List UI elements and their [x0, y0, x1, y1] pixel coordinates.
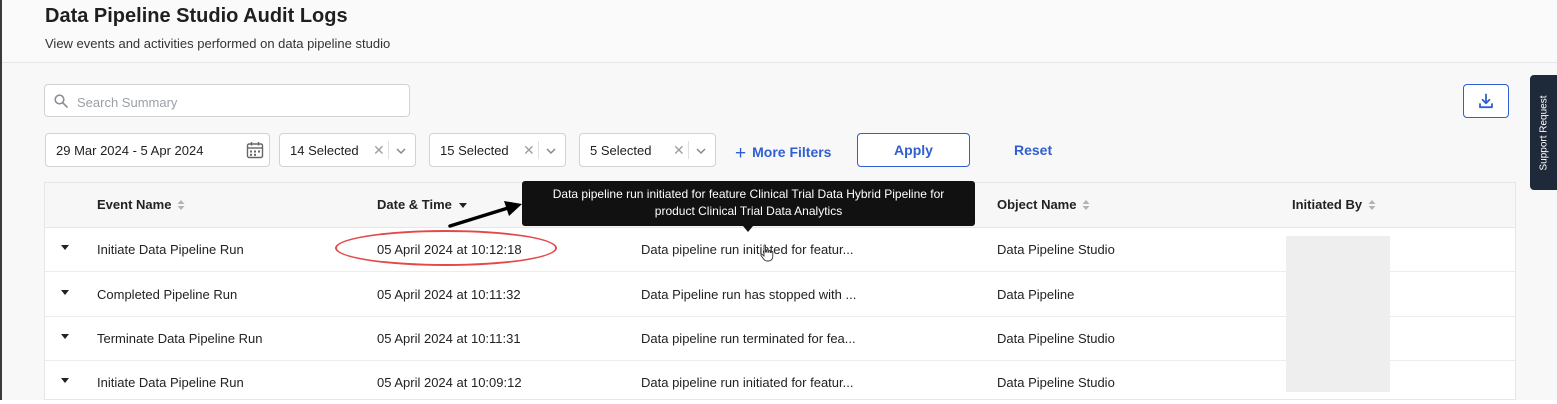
filter-dropdown-1-value: 14 Selected	[290, 143, 359, 158]
divider	[688, 141, 689, 159]
support-request-tab[interactable]: Support Request	[1530, 75, 1557, 190]
calendar-icon[interactable]	[246, 141, 264, 159]
divider	[538, 141, 539, 159]
filter-dropdown-2[interactable]: 15 Selected ✕	[429, 133, 566, 167]
hand-cursor-icon	[760, 244, 774, 262]
date-time-cell: 05 April 2024 at 10:11:32	[377, 287, 521, 302]
filter-dropdown-3[interactable]: 5 Selected ✕	[579, 133, 716, 167]
object-name-cell: Data Pipeline Studio	[997, 331, 1115, 346]
object-name-cell: Data Pipeline Studio	[997, 375, 1115, 390]
highlight-ellipse	[335, 230, 557, 266]
column-header-label: Event Name	[97, 197, 172, 212]
event-name-cell: Initiate Data Pipeline Run	[97, 242, 244, 257]
column-header-label: Date & Time	[377, 197, 452, 212]
date-time-cell: 05 April 2024 at 10:11:31	[377, 331, 521, 346]
support-request-label: Support Request	[1538, 94, 1549, 171]
filter-dropdown-2-value: 15 Selected	[440, 143, 509, 158]
expand-caret-icon[interactable]	[61, 334, 69, 339]
filter-dropdown-3-value: 5 Selected	[590, 143, 652, 158]
object-name-cell: Data Pipeline Studio	[997, 242, 1115, 257]
annotation-arrow-icon	[448, 201, 522, 228]
column-header-label: Object Name	[997, 197, 1077, 212]
summary-cell[interactable]: Data pipeline run initiated for featur..…	[641, 242, 853, 257]
filter-dropdown-1[interactable]: 14 Selected ✕	[279, 133, 416, 167]
tooltip-line-1: Data pipeline run initiated for feature …	[552, 187, 945, 201]
chevron-down-icon[interactable]	[545, 145, 557, 157]
event-name-cell: Initiate Data Pipeline Run	[97, 375, 244, 390]
chevron-down-icon[interactable]	[695, 145, 707, 157]
reset-button[interactable]: Reset	[1014, 142, 1052, 158]
sort-icon[interactable]	[1082, 199, 1090, 211]
column-header-initiated-by[interactable]: Initiated By	[1292, 197, 1376, 212]
clear-icon[interactable]: ✕	[673, 142, 685, 159]
expand-caret-icon[interactable]	[61, 378, 69, 383]
plus-icon: +	[735, 143, 747, 164]
clear-icon[interactable]: ✕	[373, 142, 385, 159]
more-filters-button[interactable]: + More Filters	[735, 141, 832, 164]
event-name-cell: Completed Pipeline Run	[97, 287, 238, 302]
sort-icon[interactable]	[177, 199, 185, 211]
download-button[interactable]	[1463, 84, 1509, 118]
summary-tooltip: Data pipeline run initiated for feature …	[522, 181, 975, 226]
tooltip-pointer	[743, 226, 753, 232]
column-header-event-name[interactable]: Event Name	[97, 197, 185, 212]
more-filters-label: More Filters	[752, 144, 832, 160]
page-title: Data Pipeline Studio Audit Logs	[45, 5, 348, 27]
clear-icon[interactable]: ✕	[523, 142, 535, 159]
date-time-cell: 05 April 2024 at 10:09:12	[377, 375, 522, 390]
download-icon	[1479, 93, 1493, 109]
initiated-by-redacted	[1286, 236, 1390, 392]
apply-button[interactable]: Apply	[857, 133, 970, 167]
sort-icon[interactable]	[1368, 199, 1376, 211]
tooltip-line-2: product Clinical Trial Data Analytics	[654, 204, 843, 218]
expand-caret-icon[interactable]	[61, 290, 69, 295]
page-header: Data Pipeline Studio Audit Logs View eve…	[2, 0, 1557, 63]
expand-caret-icon[interactable]	[61, 245, 69, 250]
search-box[interactable]	[44, 84, 410, 117]
divider	[388, 141, 389, 159]
chevron-down-icon[interactable]	[395, 145, 407, 157]
summary-cell[interactable]: Data pipeline run initiated for featur..…	[641, 375, 853, 390]
date-range-picker[interactable]: 29 Mar 2024 - 5 Apr 2024	[45, 133, 270, 167]
search-icon	[54, 94, 68, 108]
event-name-cell: Terminate Data Pipeline Run	[97, 331, 263, 346]
summary-cell[interactable]: Data Pipeline run has stopped with ...	[641, 287, 856, 302]
summary-cell[interactable]: Data pipeline run terminated for fea...	[641, 331, 856, 346]
date-range-value: 29 Mar 2024 - 5 Apr 2024	[56, 143, 204, 158]
page-subtitle: View events and activities performed on …	[45, 36, 391, 51]
search-input[interactable]	[75, 91, 399, 113]
column-header-object-name[interactable]: Object Name	[997, 197, 1090, 212]
object-name-cell: Data Pipeline	[997, 287, 1075, 302]
column-header-label: Initiated By	[1292, 197, 1363, 212]
